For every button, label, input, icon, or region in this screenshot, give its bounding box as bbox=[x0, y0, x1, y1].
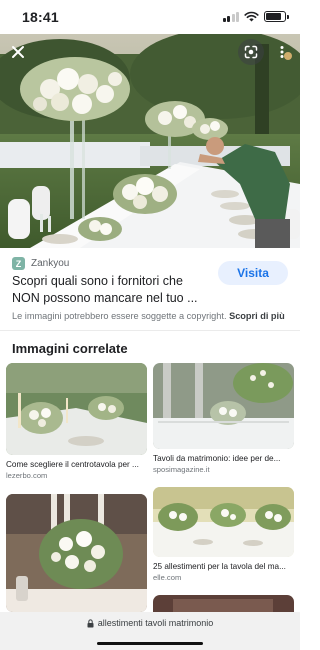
related-item[interactable]: 25 allestimenti per la tavola del ma... … bbox=[153, 487, 294, 582]
learn-more-link[interactable]: Scopri di più bbox=[229, 311, 285, 321]
related-thumbnail[interactable] bbox=[153, 363, 294, 449]
google-lens-button[interactable] bbox=[238, 39, 264, 65]
related-thumbnail[interactable] bbox=[6, 494, 147, 612]
lock-icon bbox=[87, 618, 94, 627]
thumbnail-image bbox=[153, 487, 294, 557]
thumbnail-image bbox=[153, 595, 294, 612]
copyright-notice: Le immagini potrebbero essere soggette a… bbox=[12, 311, 285, 321]
wedding-table-photo bbox=[0, 34, 300, 248]
status-icons bbox=[222, 11, 289, 22]
related-title: 25 allestimenti per la tavola del ma... bbox=[153, 562, 286, 571]
wifi-icon bbox=[244, 11, 259, 22]
url-display[interactable]: allestimenti tavoli matrimonio bbox=[0, 618, 300, 628]
source-name: Zankyou bbox=[31, 258, 70, 269]
url-bar[interactable]: allestimenti tavoli matrimonio bbox=[0, 612, 300, 650]
more-options-button[interactable] bbox=[269, 39, 295, 65]
status-time: 18:41 bbox=[22, 9, 59, 25]
thumbnail-image bbox=[6, 494, 147, 612]
status-bar: 18:41 bbox=[0, 0, 300, 34]
related-item[interactable] bbox=[153, 595, 294, 612]
signal-icon bbox=[222, 11, 239, 22]
close-button[interactable] bbox=[5, 39, 31, 65]
related-source: elle.com bbox=[153, 573, 182, 582]
visit-button[interactable]: Visita bbox=[218, 261, 288, 285]
source-row[interactable]: Z Zankyou bbox=[12, 257, 69, 270]
thumbnail-image bbox=[153, 363, 294, 449]
source-favicon: Z bbox=[12, 257, 25, 270]
related-thumbnail[interactable] bbox=[153, 487, 294, 557]
related-title: Tavoli da matrimonio: idee per de... bbox=[153, 454, 281, 463]
battery-level bbox=[266, 13, 282, 20]
related-item[interactable]: Come scegliere il centrotavola per ... l… bbox=[6, 363, 147, 480]
result-title[interactable]: Scopri quali sono i fornitori che NON po… bbox=[12, 273, 212, 307]
divider bbox=[0, 330, 300, 331]
related-source: lezerbo.com bbox=[6, 471, 48, 480]
battery-icon bbox=[264, 11, 289, 22]
main-image[interactable] bbox=[0, 34, 300, 248]
thumbnail-image bbox=[6, 363, 147, 455]
google-lens-icon bbox=[244, 45, 258, 59]
related-thumbnail[interactable] bbox=[153, 595, 294, 612]
related-title: Come scegliere il centrotavola per ... bbox=[6, 460, 139, 469]
related-thumbnail[interactable] bbox=[6, 363, 147, 455]
related-item[interactable]: Tavoli da matrimonio: idee per de... spo… bbox=[153, 363, 294, 474]
copyright-text: Le immagini potrebbero essere soggette a… bbox=[12, 311, 227, 321]
related-source: sposimagazine.it bbox=[153, 465, 210, 474]
related-heading: Immagini correlate bbox=[12, 341, 128, 356]
url-text: allestimenti tavoli matrimonio bbox=[97, 618, 214, 628]
close-icon bbox=[12, 46, 24, 58]
related-item[interactable] bbox=[6, 494, 147, 612]
more-vert-icon bbox=[280, 46, 284, 58]
home-indicator[interactable] bbox=[97, 642, 203, 645]
